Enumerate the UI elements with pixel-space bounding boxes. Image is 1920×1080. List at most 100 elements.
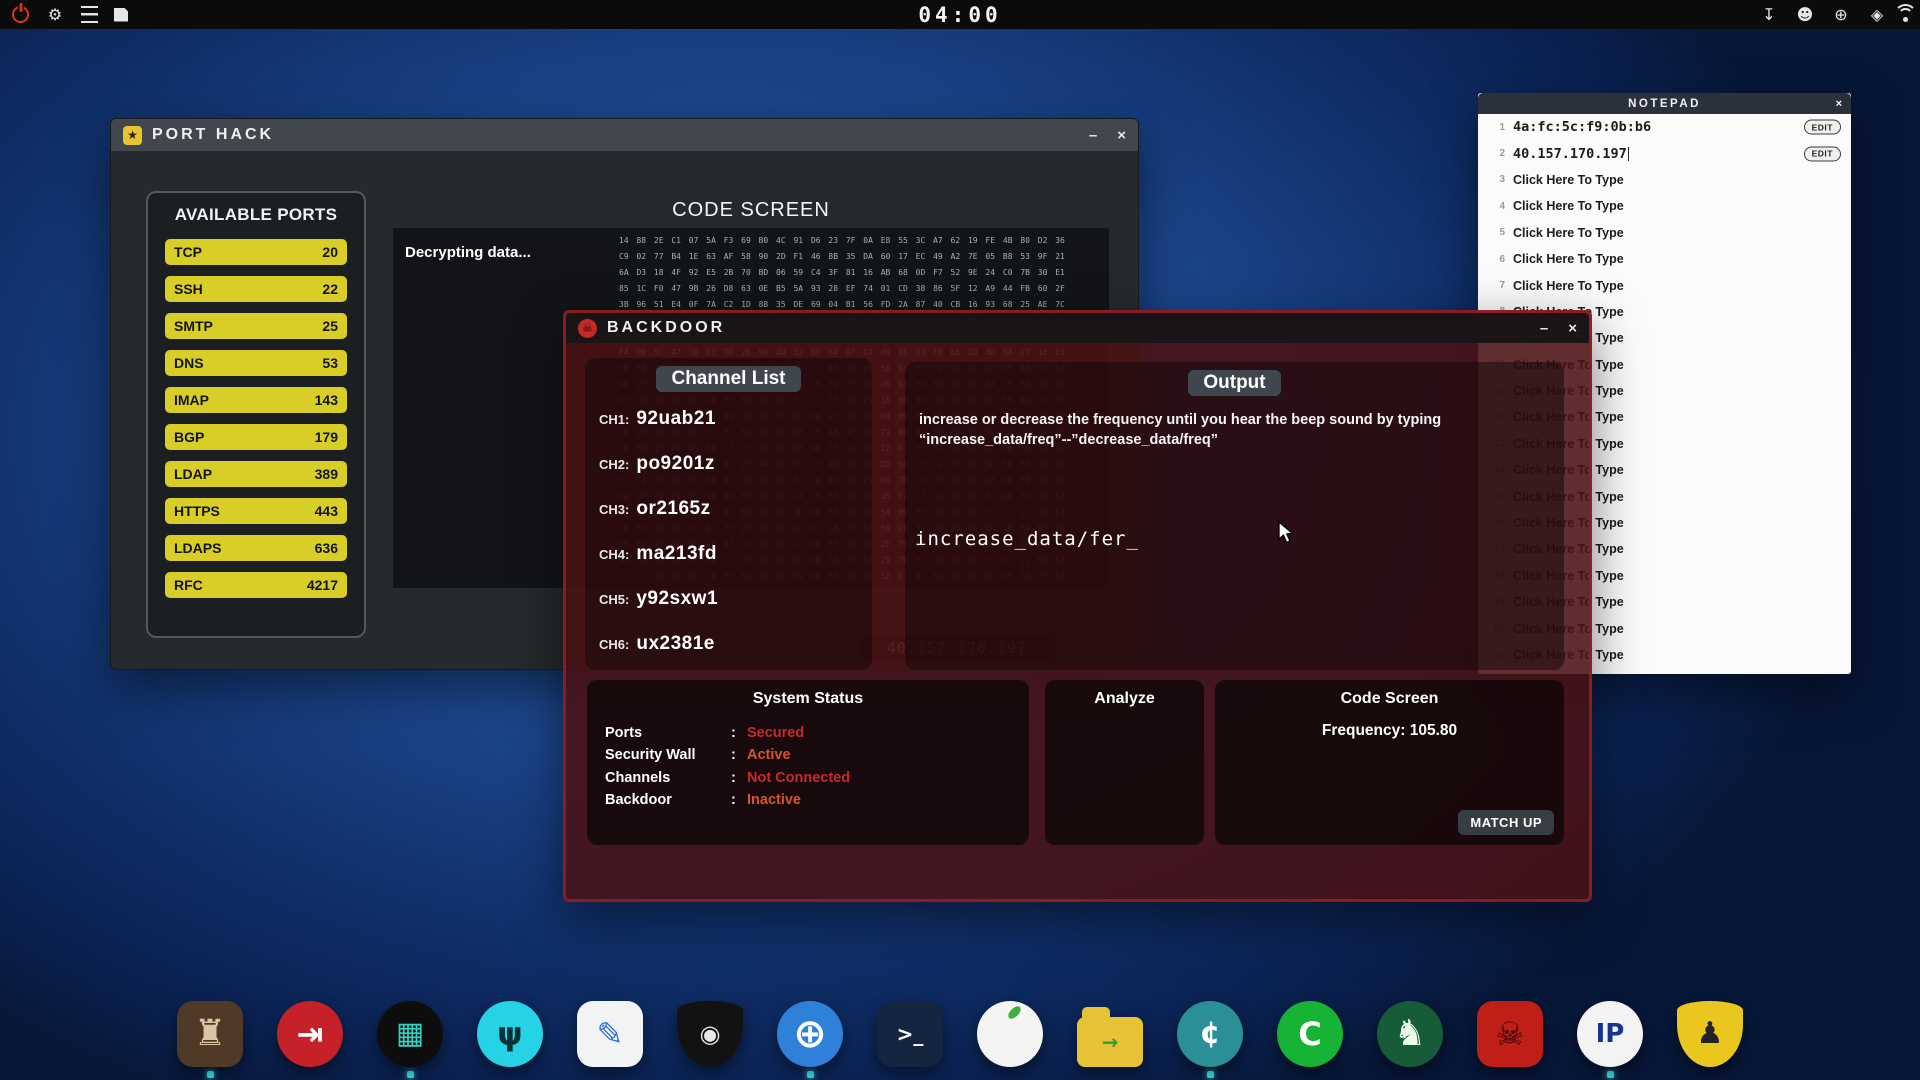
port-button[interactable]: RFC 4217 [165,572,347,598]
port-name: LDAP [174,466,212,482]
port-button[interactable]: LDAP 389 [165,461,347,487]
match-up-button[interactable]: MATCH UP [1458,810,1554,835]
code-screen-title: CODE SCREEN [393,199,1109,222]
download-icon[interactable]: ↧ [1759,5,1779,25]
line-text[interactable]: 4a:fc:5c:f9:0b:b6 [1513,119,1651,135]
port-name: HTTPS [174,503,220,519]
apple-app-icon[interactable] [977,1001,1043,1067]
minimize-button[interactable]: – [1089,128,1097,143]
dock-item: ☠ [1477,1001,1543,1078]
status-row: Security Wall : Active [605,744,1029,766]
dock-item [977,1001,1043,1078]
browser-globe-app-icon[interactable]: ⊕ [777,1001,843,1067]
settings-gear-icon[interactable]: ⚙ [45,5,65,25]
port-button[interactable]: HTTPS 443 [165,498,347,524]
save-icon[interactable] [114,8,128,22]
malware-chip-app-icon[interactable]: ☠ [1477,1001,1543,1067]
edit-button[interactable]: EDIT [1804,120,1841,135]
dock-item: ▦ [377,1001,443,1078]
line-text[interactable]: Click Here To Type [1513,226,1624,240]
port-number: 4217 [307,577,338,593]
menu-icon[interactable] [81,6,98,23]
knight-app-icon[interactable]: ♞ [1377,1001,1443,1067]
channel-label: CH5: [599,592,629,607]
port-button[interactable]: IMAP 143 [165,387,347,413]
channel-label: CH2: [599,457,629,472]
port-number: 25 [322,318,338,334]
port-number: 179 [315,429,338,445]
status-row: Ports : Secured [605,722,1029,744]
circuit-app-icon[interactable]: ▦ [377,1001,443,1067]
notes-app-icon[interactable]: ✎ [577,1001,643,1067]
line-text[interactable]: Click Here To Type [1513,252,1624,266]
channel-row[interactable]: CH3: or2165z [599,498,872,524]
backdoor-titlebar[interactable]: ☠ BACKDOOR – × [566,313,1589,343]
notepad-line[interactable]: 7 Click Here To Type [1478,272,1851,298]
terminal-app-icon[interactable]: >_ [877,1001,943,1067]
dock-item: → [1077,1001,1143,1078]
line-text[interactable]: Click Here To Type [1513,199,1624,213]
backdoor-logo-icon: ☠ [578,319,597,338]
channel-row[interactable]: CH6: ux2381e [599,633,872,659]
edit-button[interactable]: EDIT [1804,146,1841,161]
channel-list: CH1: 92uab21 CH2: po9201z CH3: or2165z C… [599,408,872,659]
network-globe-icon[interactable]: ⊕ [1831,5,1851,25]
dock-icon-glyph: ⇥ [297,1018,324,1050]
owl-shield-app-icon[interactable]: ◉ [677,1001,743,1067]
channel-code: po9201z [636,453,714,475]
ip-lookup-app-icon[interactable]: IP [1577,1001,1643,1067]
port-button[interactable]: SSH 22 [165,276,347,302]
shield-icon[interactable]: ◈ [1867,5,1887,25]
port-hack-titlebar[interactable]: ★ PORT HACK – × [111,119,1138,151]
channel-list-panel: Channel List CH1: 92uab21 CH2: po9201z C… [585,358,872,670]
close-button[interactable]: × [1568,321,1577,336]
donation-hand-app-icon[interactable]: ¢ [1177,1001,1243,1067]
line-text[interactable]: 40.157.170.197 [1513,146,1627,162]
command-input[interactable]: increase_data/fer_ [915,528,1139,550]
channel-row[interactable]: CH1: 92uab21 [599,408,872,434]
channel-row[interactable]: CH4: ma213fd [599,543,872,569]
channel-row[interactable]: CH2: po9201z [599,453,872,479]
channel-row[interactable]: CH5: y92sxw1 [599,588,872,614]
port-button[interactable]: SMTP 25 [165,313,347,339]
spy-shield-app-icon[interactable]: ♟ [1677,1001,1743,1067]
line-number: 1 [1490,122,1505,133]
ports-list: TCP 20 SSH 22 SMTP 25 DNS 53 [165,239,347,598]
notepad-line[interactable]: 1 4a:fc:5c:f9:0b:b6 EDIT [1478,114,1851,140]
line-text[interactable]: Click Here To Type [1513,173,1624,187]
folder-app-icon[interactable]: → [1077,1017,1143,1067]
line-number: 5 [1490,227,1505,238]
dock-item: ψ [477,1001,543,1078]
analyze-title: Analyze [1045,690,1204,708]
line-number: 2 [1490,148,1505,159]
notepad-line[interactable]: 5 Click Here To Type [1478,220,1851,246]
channel-label: CH6: [599,637,629,652]
notepad-line[interactable]: 3 Click Here To Type [1478,167,1851,193]
dock-icon-glyph: ♜ [194,1016,226,1052]
line-number: 6 [1490,254,1505,265]
close-button[interactable]: × [1836,98,1842,110]
close-button[interactable]: × [1117,128,1126,143]
port-button[interactable]: BGP 179 [165,424,347,450]
user-icon[interactable]: ☻ [1795,5,1815,25]
port-button[interactable]: LDAPS 636 [165,535,347,561]
port-number: 636 [315,540,338,556]
channel-code: 92uab21 [636,408,716,430]
notepad-titlebar[interactable]: NOTEPAD × [1478,93,1851,114]
analyze-panel[interactable]: Analyze [1045,680,1204,845]
line-text[interactable]: Click Here To Type [1513,279,1624,293]
minimize-button[interactable]: – [1540,321,1548,336]
signal-antenna-app-icon[interactable]: ψ [477,1001,543,1067]
notepad-line[interactable]: 4 Click Here To Type [1478,193,1851,219]
power-icon[interactable] [12,6,29,23]
dock-icon-glyph: >_ [897,1024,924,1044]
notepad-line[interactable]: 6 Click Here To Type [1478,246,1851,272]
port-button[interactable]: TCP 20 [165,239,347,265]
fortress-app-icon[interactable]: ♜ [177,1001,243,1067]
status-colon: : [731,789,747,811]
wifi-icon[interactable] [1903,17,1908,22]
exit-door-app-icon[interactable]: ⇥ [277,1001,343,1067]
antivirus-app-icon[interactable]: C [1277,1001,1343,1067]
notepad-line[interactable]: 2 40.157.170.197 EDIT [1478,140,1851,166]
port-button[interactable]: DNS 53 [165,350,347,376]
